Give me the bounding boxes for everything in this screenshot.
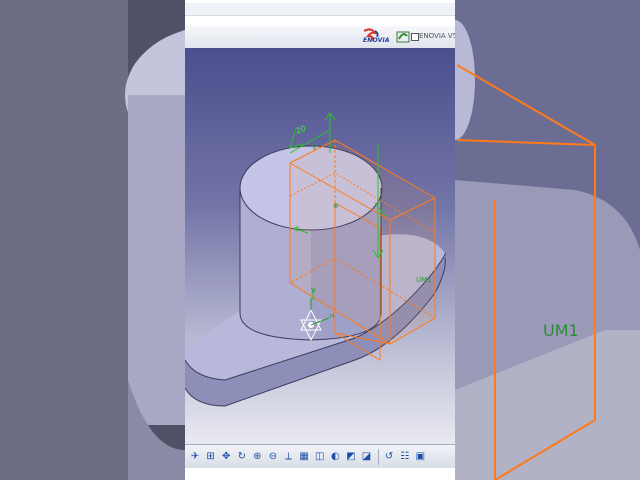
3d-viewport[interactable]: 20 V ⊕ ⊕ UM1 V H — [185, 48, 455, 444]
bottom-strip — [185, 468, 455, 480]
swap-visible-space-icon[interactable]: ◪ — [360, 450, 374, 464]
background-feature-label: UM1 — [543, 321, 579, 340]
background-right: UM1 — [455, 0, 640, 480]
refresh-icon[interactable]: ↺ — [382, 450, 396, 464]
part-geometry: 20 V ⊕ ⊕ UM1 V H — [185, 112, 446, 407]
dimension-label[interactable]: 20 — [294, 124, 307, 136]
background-right-art: UM1 — [455, 0, 640, 480]
zoom-in-icon[interactable]: ⊕ — [250, 450, 264, 464]
normal-view-icon[interactable]: ⟂ — [282, 450, 296, 464]
save-icon[interactable]: ▣ — [413, 450, 427, 464]
rotate-icon[interactable]: ↻ — [235, 450, 249, 464]
axis-label: H — [330, 313, 335, 320]
header-bar: ENOVIA ENOVIA V5 — [185, 26, 455, 49]
license-label: ENOVIA V5 — [419, 32, 455, 40]
background-left-art — [0, 0, 185, 480]
shading-icon[interactable]: ◐ — [328, 450, 342, 464]
brand-name: ENOVIA — [363, 37, 390, 44]
specification-icon[interactable]: ☷ — [398, 450, 412, 464]
constraint-symbol-left: ⊕ — [294, 225, 300, 233]
constraint-symbol-mid: ⊕ — [333, 202, 339, 210]
zoom-out-icon[interactable]: ⊖ — [266, 450, 280, 464]
license-icon[interactable] — [395, 30, 411, 44]
hide-show-icon[interactable]: ◩ — [344, 450, 358, 464]
toolbar-separator — [378, 448, 380, 465]
constraint-symbol-low: V — [311, 287, 316, 295]
license-checkbox[interactable] — [411, 33, 419, 41]
constraint-symbol-top: V — [312, 144, 317, 152]
catia-window: ENOVIA ENOVIA V5 20 V ⊕ ⊕ UM1 V H ✈ ⊞ ✥ … — [185, 0, 455, 480]
fly-mode-icon[interactable]: ✈ — [188, 450, 202, 464]
title-bar — [185, 3, 455, 16]
view-toolbar: ✈ ⊞ ✥ ↻ ⊕ ⊖ ⟂ ▦ ◫ ◐ ◩ ◪ ↺ ☷ ▣ — [185, 444, 455, 468]
preview-feature-label: UM1 — [416, 276, 432, 284]
pan-icon[interactable]: ✥ — [219, 450, 233, 464]
iso-view-icon[interactable]: ◫ — [313, 450, 327, 464]
background-left — [0, 0, 185, 480]
title-strip — [185, 0, 455, 26]
multi-view-icon[interactable]: ▦ — [297, 450, 311, 464]
fit-all-in-icon[interactable]: ⊞ — [204, 450, 218, 464]
